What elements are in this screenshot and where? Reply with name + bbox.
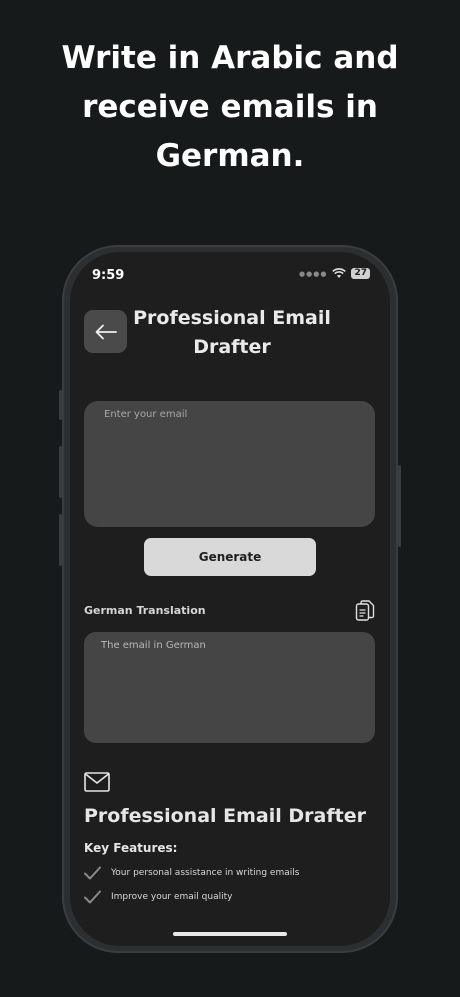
translation-placeholder: The email in German	[101, 640, 206, 651]
cellular-signal-icon: ●●●●	[299, 269, 328, 278]
check-icon	[84, 890, 101, 904]
german-translation-output[interactable]: The email in German	[84, 632, 375, 743]
page-title: Professional Email Drafter	[133, 307, 331, 358]
wifi-icon	[332, 268, 347, 278]
feature-text: Your personal assistance in writing emai…	[111, 868, 300, 878]
promo-line-1: Write in Arabic and	[61, 40, 399, 76]
phone-volume-up	[59, 446, 62, 498]
home-indicator[interactable]	[173, 932, 287, 936]
copy-icon[interactable]	[355, 600, 375, 622]
back-button[interactable]	[84, 310, 127, 353]
promo-line-2: receive emails in	[82, 89, 378, 125]
check-icon	[84, 866, 101, 880]
feature-item: Your personal assistance in writing emai…	[84, 866, 299, 880]
german-translation-label: German Translation	[84, 604, 206, 617]
mail-icon	[84, 772, 110, 792]
phone-power-button	[398, 465, 401, 547]
app-name-heading: Professional Email Drafter	[84, 805, 366, 827]
phone-screen: 9:59 ●●●● 27 Professional Email Drafter …	[70, 252, 390, 946]
email-input[interactable]	[84, 401, 375, 527]
status-indicators: ●●●● 27	[299, 268, 370, 279]
phone-volume-down	[59, 514, 62, 566]
arrow-left-icon	[95, 324, 117, 339]
promo-headline: Write in Arabic and receive emails in Ge…	[0, 34, 460, 181]
promo-line-3: German.	[155, 138, 305, 174]
phone-mute-switch	[59, 390, 62, 420]
key-features-title: Key Features:	[84, 841, 178, 855]
generate-button[interactable]: Generate	[144, 538, 316, 576]
feature-text: Improve your email quality	[111, 892, 233, 902]
status-time: 9:59	[92, 268, 125, 283]
battery-indicator: 27	[351, 268, 370, 279]
feature-item: Improve your email quality	[84, 890, 232, 904]
